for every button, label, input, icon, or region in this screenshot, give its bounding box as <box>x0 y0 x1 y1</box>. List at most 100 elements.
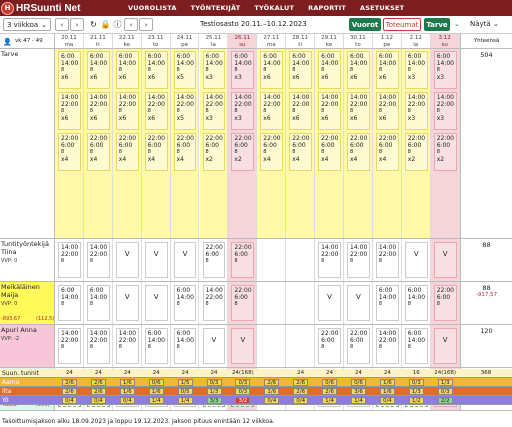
shift-block[interactable]: 14:00 22:00 8 <box>86 242 110 278</box>
shift-block[interactable]: V <box>144 285 168 321</box>
tarve-shift[interactable]: 6:00 14:00 8 x5 <box>173 51 197 89</box>
employee-day-cell[interactable]: 22:00 6:00 8 <box>200 239 229 281</box>
shift-block[interactable]: 22:00 6:00 8 <box>231 242 255 278</box>
shift-block[interactable]: 22:00 6:00 8 <box>202 242 226 278</box>
shift-block[interactable]: V <box>318 285 341 321</box>
employee-day-cell[interactable]: V <box>200 325 229 367</box>
employee-day-cell[interactable]: 14:00 22:00 8 <box>373 325 402 367</box>
tarve-shift[interactable]: 14:00 22:00 8 x6 <box>347 92 370 130</box>
shift-block[interactable]: V <box>202 328 226 364</box>
shift-block[interactable]: V <box>173 242 197 278</box>
employee-name[interactable]: Apuri Anna <box>1 326 53 334</box>
tarve-shift[interactable]: 6:00 14:00 8 x6 <box>115 51 139 89</box>
employee-day-cell[interactable]: 14:00 22:00 8 <box>344 239 373 281</box>
tarve-shift[interactable]: 6:00 14:00 8 x6 <box>86 51 110 89</box>
tarve-shift[interactable]: 22:00 6:00 8 x4 <box>318 133 341 171</box>
shift-block[interactable]: 22:00 6:00 8 <box>231 285 255 321</box>
shift-block[interactable]: 14:00 22:00 8 <box>375 328 399 364</box>
tarve-shift[interactable]: 22:00 6:00 8 x2 <box>202 133 226 171</box>
nav-asetukset[interactable]: ASETUKSET <box>360 4 404 12</box>
employee-day-cell[interactable] <box>286 239 316 281</box>
tarve-button[interactable]: Tarve <box>424 18 450 31</box>
tarve-shift[interactable]: 14:00 22:00 8 x3 <box>231 92 255 130</box>
employee-day-cell[interactable]: 6:0014:008 <box>171 325 200 367</box>
employee-day-cell[interactable]: 22:00 6:00 8 <box>228 239 258 281</box>
tarve-shift[interactable]: 6:00 14:00 8 x6 <box>318 51 341 89</box>
tarve-shift[interactable]: 22:00 6:00 8 x4 <box>115 133 139 171</box>
employee-day-cell[interactable]: 14:00 22:00 8 <box>113 325 142 367</box>
tarve-shift[interactable]: 6:00 14:00 8 x6 <box>289 51 313 89</box>
shift-block[interactable]: 22:00 6:00 8 <box>433 285 457 321</box>
employee-name[interactable]: Meikäläinen Maija <box>1 283 53 299</box>
tarve-shift[interactable]: 22:00 6:00 8 x4 <box>347 133 370 171</box>
tarve-shift[interactable]: 14:00 22:00 8 x6 <box>318 92 341 130</box>
tarve-shift[interactable]: 6:00 14:00 8 x3 <box>231 51 255 89</box>
tarve-shift[interactable]: 22:00 6:00 8 x4 <box>375 133 399 171</box>
employee-day-cell[interactable] <box>286 282 316 324</box>
tarve-shift[interactable]: 6:00 14:00 8 x6 <box>58 51 81 89</box>
employee-day-cell[interactable]: V <box>315 282 344 324</box>
employee-day-cell[interactable]: V <box>430 325 460 367</box>
employee-day-cell[interactable]: V <box>430 239 460 281</box>
shift-block[interactable]: 14:00 22:00 8 <box>318 242 341 278</box>
shift-block[interactable]: 14:00 22:00 8 <box>58 242 81 278</box>
tarve-shift[interactable]: 14:00 22:00 8 x3 <box>404 92 428 130</box>
employee-name-cell[interactable]: Apuri Anna VVP: -2 <box>0 325 55 367</box>
tarve-shift[interactable]: 14:00 22:00 8 x6 <box>260 92 284 130</box>
shift-block[interactable]: 6:0014:008 <box>58 285 81 321</box>
nav-tyokalut[interactable]: TYÖKALUT <box>254 4 294 12</box>
employee-day-cell[interactable]: V <box>228 325 258 367</box>
tarve-shift[interactable]: 14:00 22:00 8 x6 <box>115 92 139 130</box>
prev-button[interactable]: ‹ <box>55 18 69 31</box>
info-icon[interactable]: ⓘ <box>112 19 123 30</box>
next-week-button[interactable]: › <box>139 18 153 31</box>
brand[interactable]: H HRSuunti Net <box>1 1 80 15</box>
employee-day-cell[interactable]: 6:0014:008 <box>402 282 431 324</box>
employee-day-cell[interactable]: 6:0014:008 <box>402 325 431 367</box>
shift-block[interactable]: 6:0014:008 <box>173 285 197 321</box>
tarve-shift[interactable]: 6:00 14:00 8 x3 <box>202 51 226 89</box>
toteumat-button[interactable]: Toteumat <box>383 18 421 31</box>
tarve-shift[interactable]: 22:00 6:00 8 x4 <box>260 133 284 171</box>
tarve-shift[interactable]: 14:00 22:00 8 x6 <box>375 92 399 130</box>
tarve-shift[interactable]: 6:00 14:00 8 x6 <box>144 51 168 89</box>
tarve-shift[interactable]: 22:00 6:00 8 x4 <box>144 133 168 171</box>
employee-day-cell[interactable]: V <box>171 239 200 281</box>
nayta-menu[interactable]: Näytä ⌄ <box>470 20 499 28</box>
employee-day-cell[interactable]: 14:00 22:00 8 <box>84 239 113 281</box>
shift-block[interactable]: 6:0014:008 <box>86 285 110 321</box>
employee-day-cell[interactable]: V <box>142 282 171 324</box>
employee-day-cell[interactable] <box>257 282 287 324</box>
employee-day-cell[interactable]: 14:00 22:00 8 <box>55 239 84 281</box>
employee-day-cell[interactable]: 14:00 22:00 8 <box>84 325 113 367</box>
shift-block[interactable]: 6:0014:008 <box>144 328 168 364</box>
shift-block[interactable]: V <box>433 328 457 364</box>
tarve-shift[interactable]: 22:00 6:00 8 x4 <box>58 133 81 171</box>
employee-day-cell[interactable]: V <box>344 282 373 324</box>
period-select[interactable]: 3 viikkoa ⌄ <box>3 18 51 31</box>
shift-block[interactable]: V <box>115 285 139 321</box>
shift-block[interactable]: 14:00 22:00 8 <box>202 285 226 321</box>
tarve-shift[interactable]: 14:00 22:00 8 x6 <box>144 92 168 130</box>
employee-day-cell[interactable]: 6:0014:008 <box>171 282 200 324</box>
employee-name-cell[interactable]: Meikäläinen Maija VVP: 0 -893,67 (112,5) <box>0 282 55 324</box>
employee-day-cell[interactable]: V <box>113 282 142 324</box>
tarve-shift[interactable]: 22:00 6:00 8 x2 <box>433 133 457 171</box>
employee-day-cell[interactable]: 22:00 6:00 8 <box>430 282 460 324</box>
shift-block[interactable]: 6:0014:008 <box>173 328 197 364</box>
shift-block[interactable]: V <box>404 242 428 278</box>
employee-day-cell[interactable]: 22:00 6:00 8 <box>344 325 373 367</box>
employee-day-cell[interactable]: 22:00 6:00 8 <box>315 325 344 367</box>
tarve-shift[interactable]: 22:00 6:00 8 x2 <box>231 133 255 171</box>
tarve-shift[interactable]: 22:00 6:00 8 x4 <box>173 133 197 171</box>
tarve-shift[interactable]: 22:00 6:00 8 x4 <box>289 133 313 171</box>
filter-icon[interactable]: ⌄ <box>454 20 460 28</box>
tarve-shift[interactable]: 14:00 22:00 8 x6 <box>86 92 110 130</box>
nav-vuorolista[interactable]: VUOROLISTA <box>128 4 177 12</box>
employee-name[interactable]: Tuntityöntekijä Tiina <box>1 240 53 256</box>
vuorot-button[interactable]: Vuorot <box>349 18 381 31</box>
nav-tyontekijat[interactable]: TYÖNTEKIJÄT <box>191 4 241 12</box>
tarve-shift[interactable]: 14:00 22:00 8 x3 <box>433 92 457 130</box>
refresh-icon[interactable]: ↻ <box>88 19 99 30</box>
employee-day-cell[interactable] <box>257 239 287 281</box>
